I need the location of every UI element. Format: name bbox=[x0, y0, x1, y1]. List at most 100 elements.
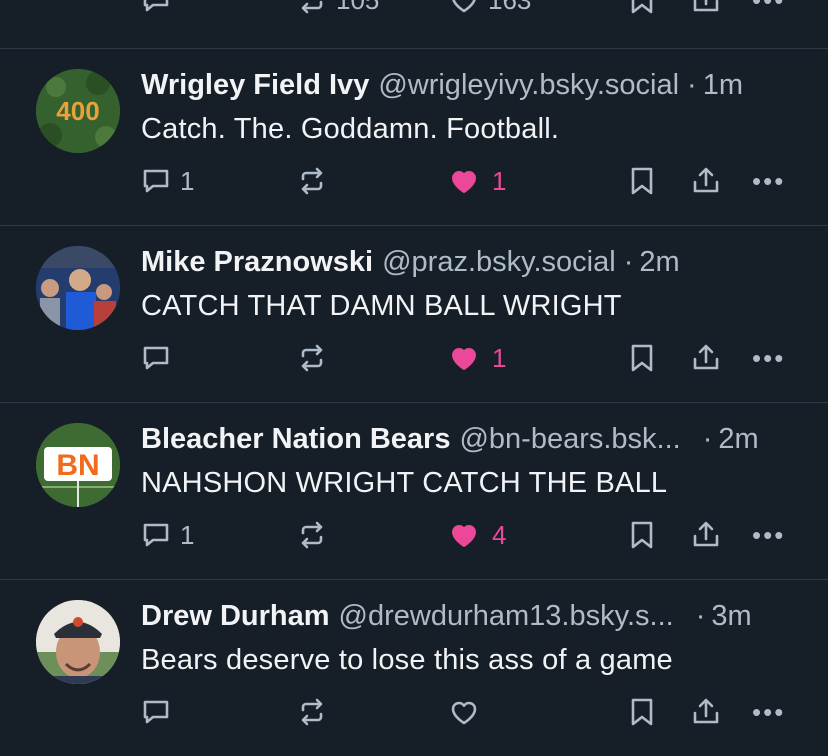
more-button[interactable]: ••• bbox=[752, 513, 785, 557]
more-icon: ••• bbox=[752, 696, 786, 727]
display-name[interactable]: Drew Durham bbox=[141, 600, 330, 633]
repost-icon bbox=[301, 344, 323, 372]
bookmark-button[interactable] bbox=[628, 336, 656, 380]
avatar-label: 400 bbox=[56, 96, 99, 126]
handle[interactable]: @praz.bsky.social bbox=[382, 246, 616, 279]
share-button[interactable] bbox=[690, 513, 722, 557]
display-name[interactable]: Wrigley Field Ivy bbox=[141, 69, 369, 102]
share-icon bbox=[693, 344, 719, 370]
handle[interactable]: @drewdurham13.bsky.s... bbox=[339, 600, 674, 633]
repost-button[interactable]: 105 bbox=[296, 0, 379, 22]
timestamp[interactable]: 3m bbox=[711, 600, 751, 633]
bookmark-icon bbox=[631, 167, 653, 195]
share-icon bbox=[693, 0, 719, 12]
post-actions: ••• bbox=[0, 690, 828, 734]
like-button[interactable] bbox=[448, 690, 480, 734]
more-icon: ••• bbox=[752, 342, 786, 373]
repost-icon bbox=[301, 698, 323, 726]
like-button[interactable]: 163 bbox=[448, 0, 531, 22]
repost-icon bbox=[301, 0, 323, 14]
repost-button[interactable] bbox=[296, 513, 328, 557]
timestamp[interactable]: 2m bbox=[639, 246, 679, 279]
reply-button[interactable] bbox=[140, 336, 172, 380]
share-icon bbox=[693, 698, 719, 724]
bookmark-icon bbox=[631, 0, 653, 14]
drew-avatar-image bbox=[36, 600, 120, 684]
timestamp[interactable]: 1m bbox=[703, 69, 743, 102]
like-button[interactable]: 1 bbox=[448, 336, 506, 380]
reply-button[interactable]: 1 bbox=[140, 159, 194, 203]
avatar[interactable] bbox=[36, 246, 120, 330]
like-icon bbox=[451, 701, 477, 725]
repost-count: 105 bbox=[336, 0, 379, 16]
avatar-label: BN bbox=[56, 449, 99, 482]
bookmark-button[interactable] bbox=[628, 513, 656, 557]
separator-dot: · bbox=[695, 599, 706, 632]
repost-button[interactable] bbox=[296, 159, 328, 203]
more-button[interactable]: ••• bbox=[752, 159, 785, 203]
share-button[interactable] bbox=[690, 0, 722, 22]
like-icon bbox=[452, 525, 476, 547]
like-button[interactable]: 1 bbox=[448, 159, 506, 203]
bookmark-icon bbox=[631, 698, 653, 726]
reply-icon bbox=[143, 523, 169, 547]
bookmark-button[interactable] bbox=[628, 159, 656, 203]
bn-avatar-image: BN bbox=[36, 423, 120, 507]
post-actions: 1 ••• bbox=[0, 336, 828, 380]
like-count: 1 bbox=[492, 165, 507, 196]
like-icon bbox=[452, 348, 476, 370]
more-icon: ••• bbox=[752, 0, 785, 16]
repost-button[interactable] bbox=[296, 690, 328, 734]
more-button[interactable]: ••• bbox=[752, 336, 785, 380]
separator-dot: · bbox=[687, 68, 697, 101]
reply-button[interactable] bbox=[140, 0, 172, 22]
like-count: 1 bbox=[492, 342, 507, 373]
reply-icon bbox=[143, 169, 169, 193]
share-icon bbox=[693, 521, 719, 547]
post[interactable]: 400 Wrigley Field Ivy @wrigleyivy.bsky.s… bbox=[0, 49, 828, 226]
reply-count: 1 bbox=[180, 165, 195, 196]
more-button[interactable]: ••• bbox=[752, 690, 785, 734]
avatar[interactable] bbox=[36, 600, 120, 684]
like-icon bbox=[452, 171, 476, 193]
repost-icon bbox=[301, 521, 323, 549]
like-button[interactable]: 4 bbox=[448, 513, 506, 557]
share-button[interactable] bbox=[690, 336, 722, 380]
more-icon: ••• bbox=[752, 519, 786, 550]
previous-post-actions: 105 163 ••• bbox=[0, 0, 828, 49]
post-text: Bears deserve to lose this ass of a game bbox=[141, 644, 673, 676]
display-name[interactable]: Mike Praznowski bbox=[141, 246, 373, 279]
reply-button[interactable] bbox=[140, 690, 172, 734]
avatar[interactable]: 400 bbox=[36, 69, 120, 153]
bookmark-icon bbox=[631, 344, 653, 372]
display-name[interactable]: Bleacher Nation Bears bbox=[141, 423, 450, 456]
post[interactable]: Mike Praznowski @praz.bsky.social · 2m C… bbox=[0, 226, 828, 403]
post-text: Catch. The. Goddamn. Football. bbox=[141, 113, 560, 145]
more-icon: ••• bbox=[752, 165, 786, 196]
share-button[interactable] bbox=[690, 690, 722, 734]
praz-avatar-image bbox=[36, 246, 120, 330]
share-icon bbox=[693, 167, 719, 193]
repost-icon bbox=[301, 167, 323, 195]
post[interactable]: Drew Durham @drewdurham13.bsky.s... · 3m… bbox=[0, 580, 828, 756]
share-button[interactable] bbox=[690, 159, 722, 203]
handle[interactable]: @bn-bears.bsk... bbox=[459, 423, 680, 456]
like-count: 4 bbox=[492, 519, 507, 550]
more-button[interactable]: ••• bbox=[752, 0, 785, 22]
reply-icon bbox=[143, 700, 169, 724]
separator-dot: · bbox=[623, 245, 634, 278]
handle[interactable]: @wrigleyivy.bsky.social bbox=[378, 69, 679, 102]
bookmark-button[interactable] bbox=[628, 690, 656, 734]
bookmark-button[interactable] bbox=[628, 0, 656, 22]
post[interactable]: BN Bleacher Nation Bears @bn-bears.bsk..… bbox=[0, 403, 828, 580]
avatar[interactable]: BN bbox=[36, 423, 120, 507]
repost-button[interactable] bbox=[296, 336, 328, 380]
post-actions: 1 1 ••• bbox=[0, 159, 828, 203]
like-icon bbox=[452, 0, 476, 13]
reply-button[interactable]: 1 bbox=[140, 513, 194, 557]
bookmark-icon bbox=[631, 521, 653, 549]
reply-count: 1 bbox=[180, 519, 195, 550]
post-actions: 1 4 ••• bbox=[0, 513, 828, 557]
separator-dot: · bbox=[702, 422, 713, 455]
timestamp[interactable]: 2m bbox=[718, 423, 758, 456]
